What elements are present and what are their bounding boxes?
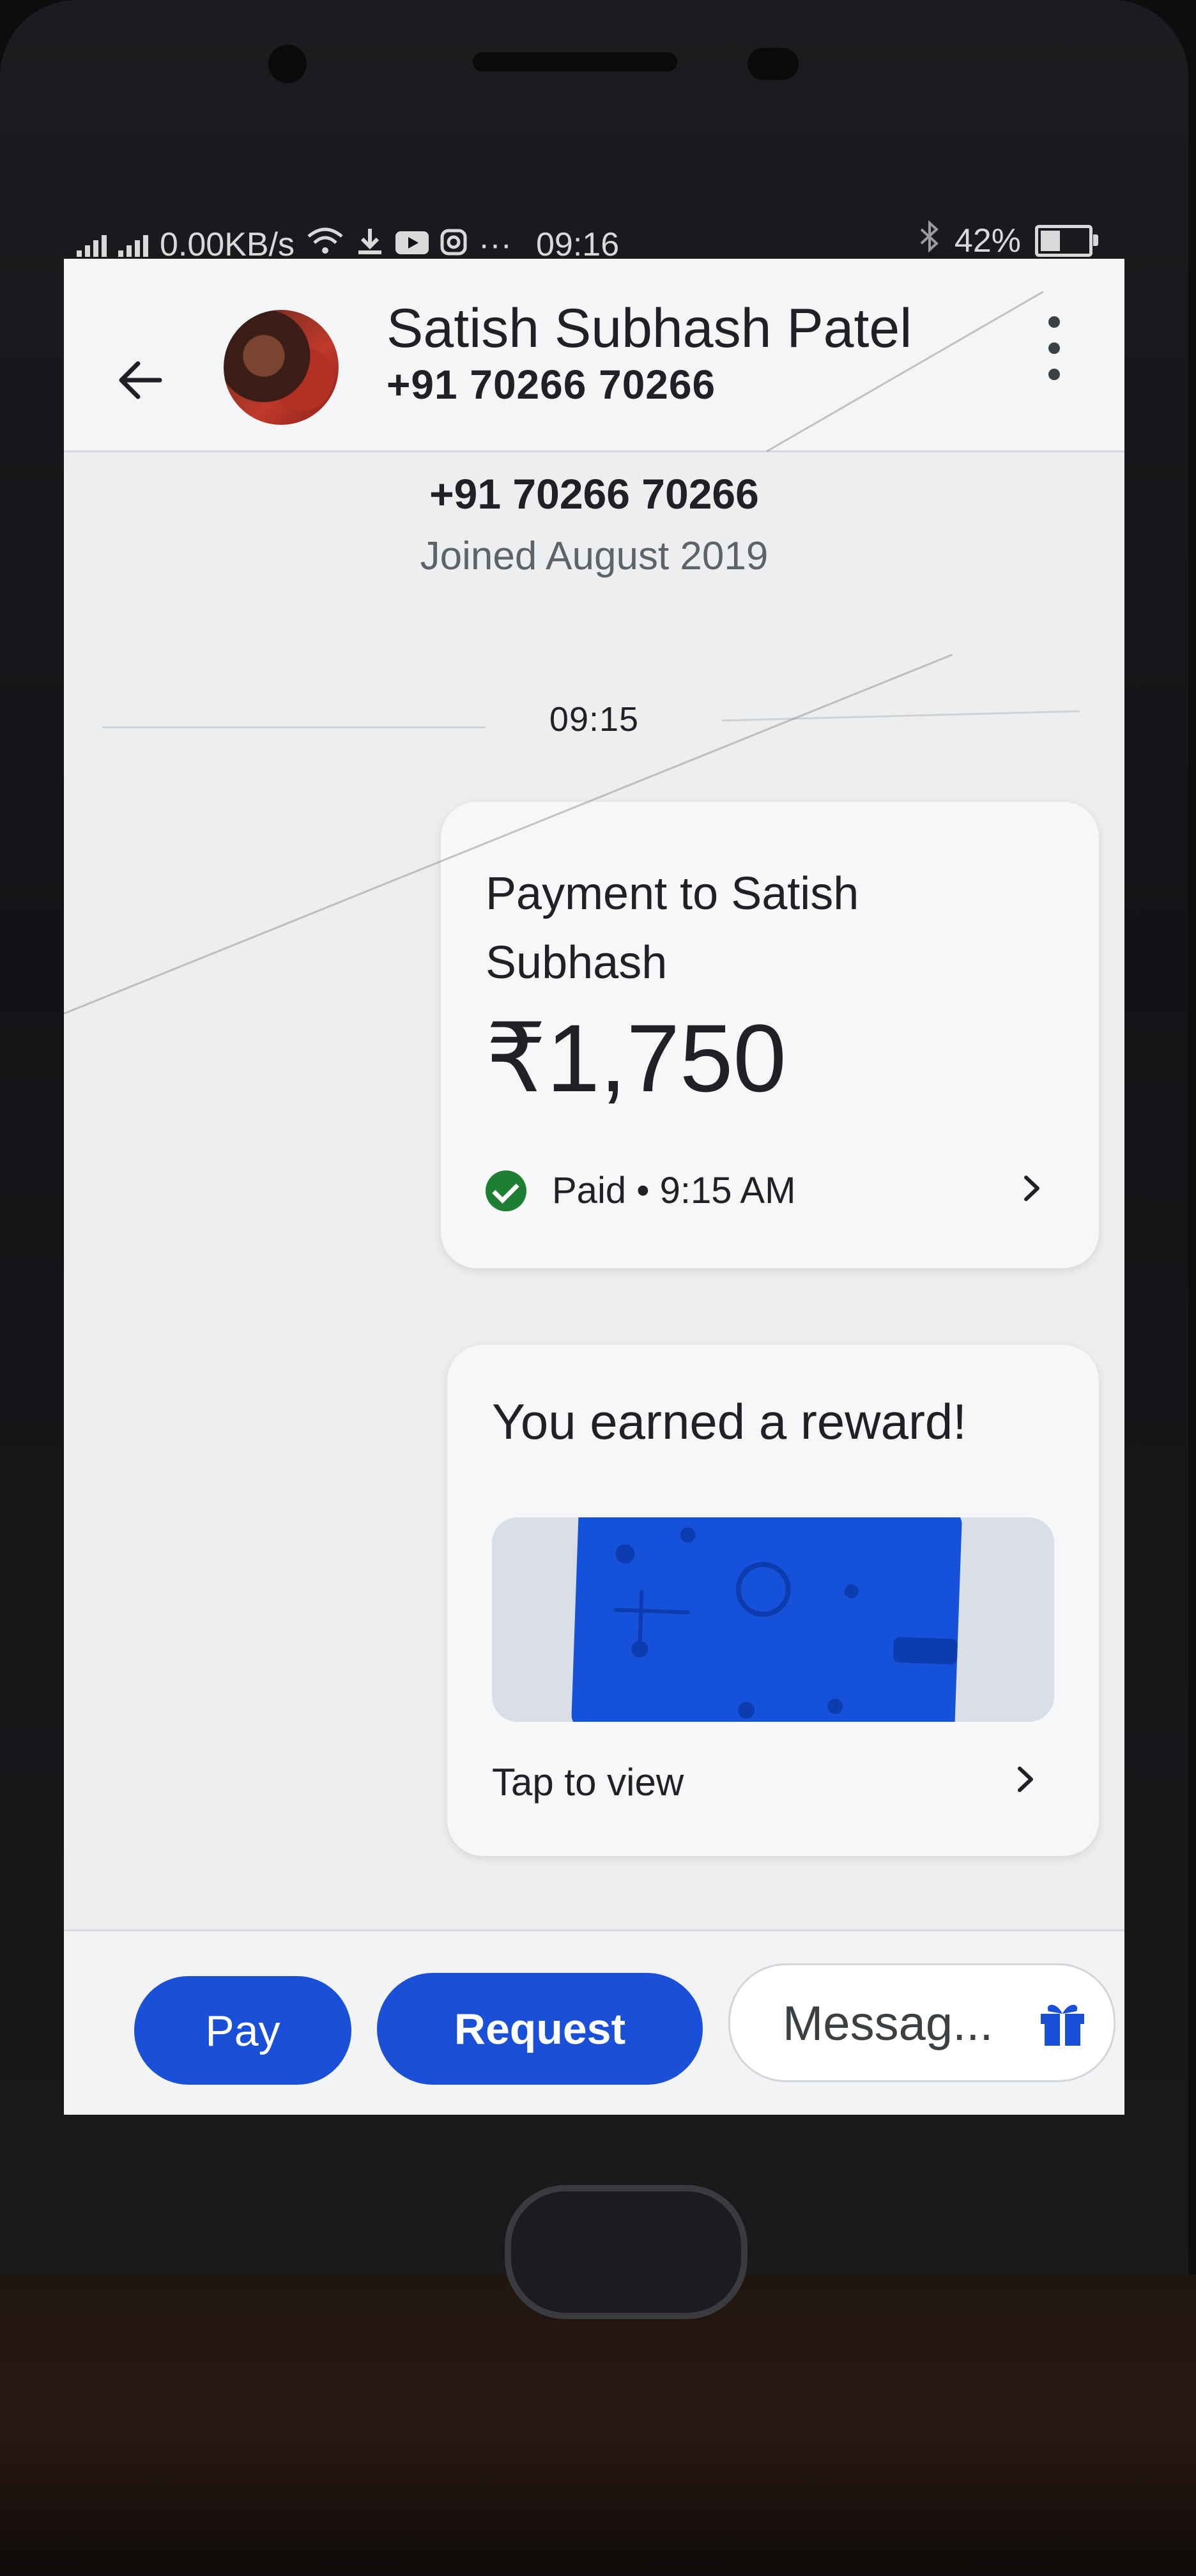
reward-scratch-frame <box>492 1517 1054 1722</box>
message-input[interactable] <box>781 1991 1027 2056</box>
dot-icon <box>1048 342 1060 354</box>
avatar[interactable] <box>224 310 339 425</box>
request-button[interactable]: Request <box>377 1973 703 2085</box>
instagram-icon <box>440 226 467 264</box>
payment-status-row: Paid • 9:15 AM <box>486 1169 795 1212</box>
clock: 09:16 <box>535 226 620 263</box>
chevron-right-icon <box>1009 1763 1041 1795</box>
download-icon <box>356 226 384 264</box>
reward-card[interactable]: You earned a reward! Tap to view <box>447 1345 1099 1856</box>
app-screen: Satish Subhash Patel +91 70266 70266 +91… <box>64 259 1124 2115</box>
contact-name: Satish Subhash Patel <box>387 298 912 359</box>
joined-date: Joined August 2019 <box>420 534 769 578</box>
front-sensor <box>268 45 307 83</box>
app-bar: Satish Subhash Patel +91 70266 70266 <box>64 259 1124 452</box>
reward-title: You earned a reward! <box>492 1393 967 1450</box>
battery-icon <box>1035 224 1098 257</box>
payment-title: Payment to Satish Subhash <box>486 868 859 988</box>
check-circle-icon <box>486 1170 526 1211</box>
arrow-back-icon <box>119 361 162 399</box>
network-speed: 0.00KB/s <box>160 226 295 263</box>
dot-icon <box>1048 369 1060 380</box>
front-camera <box>747 48 799 80</box>
back-button[interactable] <box>115 355 166 406</box>
reward-action-text: Tap to view <box>492 1761 684 1804</box>
wifi-icon <box>306 226 344 264</box>
bluetooth-icon <box>919 220 940 261</box>
payment-card[interactable]: Payment to Satish Subhash ₹1,750 Paid • … <box>441 802 1099 1268</box>
pay-button[interactable]: Pay <box>134 1976 351 2085</box>
payment-amount: ₹1,750 <box>486 1004 786 1112</box>
contact-info-phone: +91 70266 70266 <box>429 470 759 518</box>
signal-icon <box>77 233 107 257</box>
chevron-right-icon <box>1016 1172 1048 1204</box>
battery-percent: 42% <box>954 222 1021 259</box>
gift-icon[interactable] <box>1037 1997 1088 2048</box>
contact-phone: +91 70266 70266 <box>387 362 716 408</box>
background-surface <box>0 2274 1196 2576</box>
more-options-button[interactable] <box>1041 316 1067 380</box>
bottom-action-bar: Pay Request <box>64 1929 1124 2115</box>
signal-icon-2 <box>118 233 148 257</box>
home-button[interactable] <box>505 2185 747 2319</box>
conversation-timestamp: 09:15 <box>549 700 640 739</box>
youtube-icon <box>395 226 429 264</box>
more-notifications-icon: ··· <box>479 226 512 263</box>
scratch-card[interactable] <box>571 1517 963 1722</box>
payment-status: Paid • 9:15 AM <box>552 1170 796 1211</box>
earpiece <box>473 52 677 72</box>
message-field[interactable] <box>728 1963 1116 2082</box>
dot-icon <box>1048 316 1060 328</box>
